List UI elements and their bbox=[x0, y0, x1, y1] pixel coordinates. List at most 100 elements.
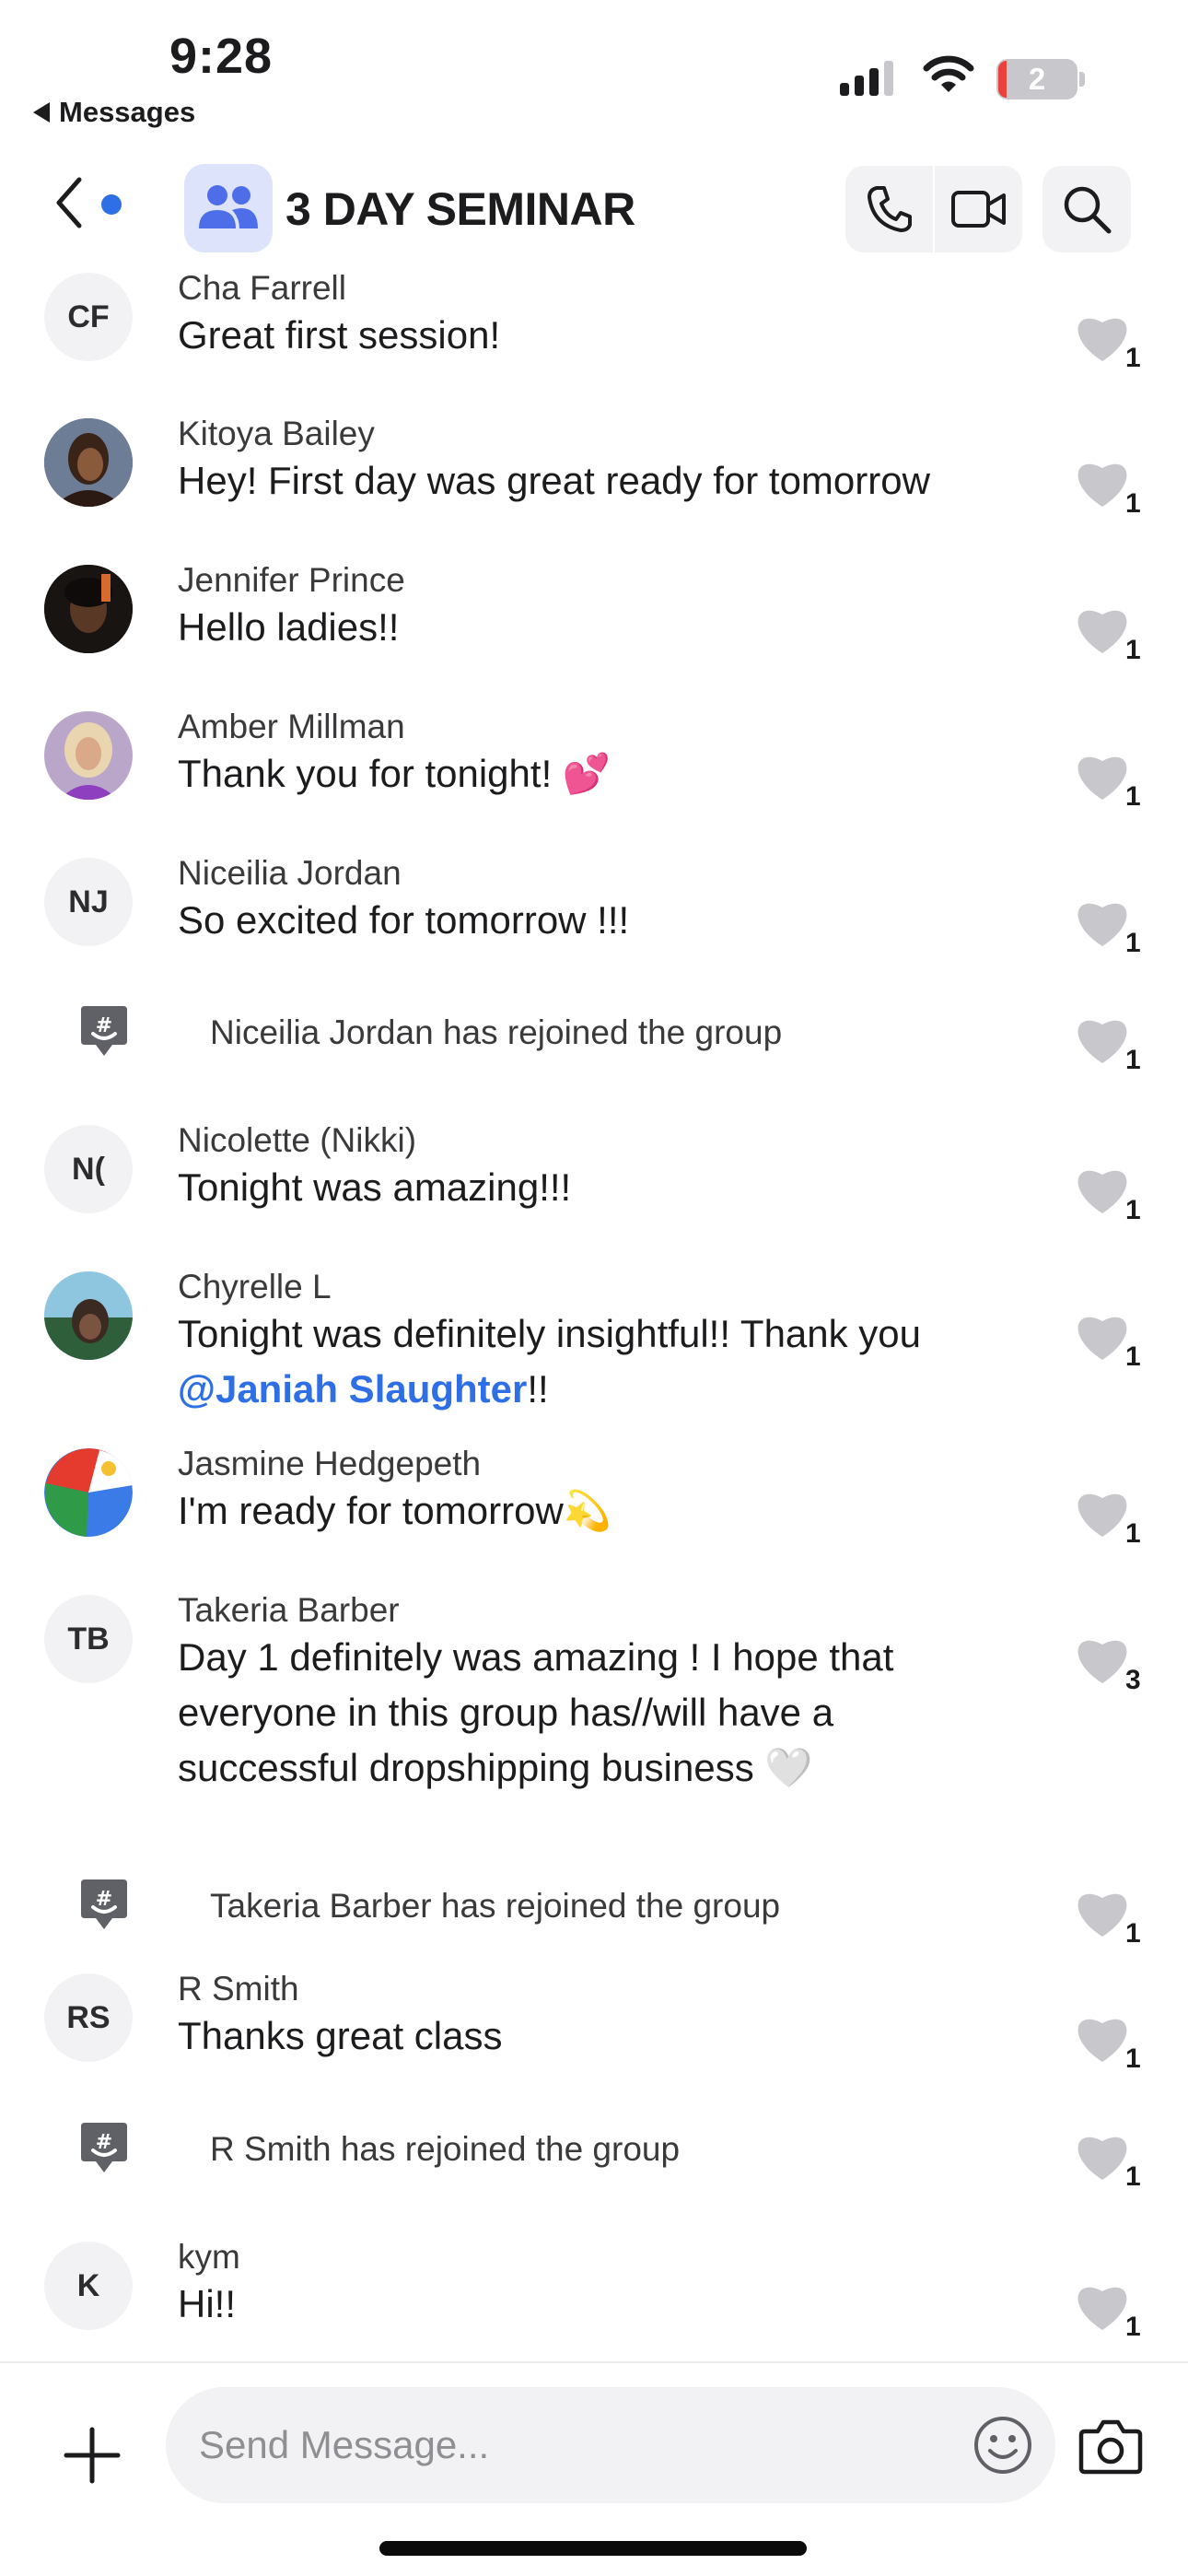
like-button[interactable]: 1 bbox=[1074, 311, 1147, 376]
like-button[interactable]: 1 bbox=[1074, 1487, 1147, 1551]
avatar[interactable]: NJ bbox=[44, 858, 133, 946]
two-hearts-emoji: 💕 bbox=[562, 751, 611, 796]
message-text: Tonight was amazing!!! bbox=[178, 1165, 572, 1209]
smiley-face-icon bbox=[974, 2417, 1031, 2474]
like-count: 1 bbox=[1125, 635, 1141, 665]
profile-photo bbox=[44, 418, 133, 507]
profile-photo bbox=[44, 1271, 133, 1360]
like-count: 1 bbox=[1125, 1341, 1141, 1372]
sender-name: Amber Millman bbox=[178, 708, 405, 745]
sender-name: Nicolette (Nikki) bbox=[178, 1121, 417, 1159]
sender-name: Jasmine Hedgepeth bbox=[178, 1445, 482, 1482]
cellular-signal-icon bbox=[840, 61, 893, 96]
heart-icon bbox=[1077, 1317, 1127, 1360]
groupme-logo-icon: # bbox=[81, 2123, 127, 2172]
avatar[interactable]: N( bbox=[44, 1125, 133, 1213]
like-count: 1 bbox=[1125, 928, 1141, 958]
like-button[interactable]: 1 bbox=[1074, 896, 1147, 961]
search-button[interactable] bbox=[1042, 166, 1131, 252]
unread-indicator bbox=[101, 194, 122, 215]
message-input[interactable] bbox=[199, 2387, 936, 2503]
avatar[interactable] bbox=[44, 711, 133, 800]
like-count: 1 bbox=[1125, 2043, 1141, 2074]
add-attachment-button[interactable] bbox=[59, 2422, 125, 2488]
message-text-content: I'm ready for tomorrow bbox=[178, 1489, 564, 1532]
like-count: 3 bbox=[1125, 1665, 1141, 1695]
phone-icon bbox=[868, 186, 913, 232]
message-composer bbox=[0, 2361, 1188, 2576]
avatar[interactable]: CF bbox=[44, 273, 133, 361]
emoji-button[interactable] bbox=[973, 2415, 1033, 2476]
like-button[interactable]: 1 bbox=[1074, 2012, 1147, 2077]
group-people-icon bbox=[199, 185, 258, 228]
like-count: 1 bbox=[1125, 1195, 1141, 1225]
like-button[interactable]: 1 bbox=[1074, 750, 1147, 814]
avatar[interactable]: TB bbox=[44, 1595, 133, 1683]
group-title[interactable]: 3 DAY SEMINAR bbox=[285, 182, 635, 236]
like-button[interactable]: 3 bbox=[1074, 1633, 1147, 1698]
sender-name: R Smith bbox=[178, 1970, 299, 2008]
message-text: I'm ready for tomorrow💫 bbox=[178, 1483, 1034, 1539]
voice-call-button[interactable] bbox=[845, 166, 933, 252]
mention-link[interactable]: @Janiah Slaughter bbox=[178, 1367, 527, 1411]
heart-icon bbox=[1077, 463, 1127, 507]
avatar[interactable]: K bbox=[44, 2242, 133, 2330]
camera-icon bbox=[1078, 2419, 1143, 2475]
back-button[interactable] bbox=[46, 175, 92, 230]
like-button[interactable]: 1 bbox=[1074, 1164, 1147, 1228]
search-icon bbox=[1064, 186, 1112, 234]
message-text: Day 1 definitely was amazing ! I hope th… bbox=[178, 1630, 1007, 1796]
groupme-logo-icon: # bbox=[81, 1879, 127, 1929]
heart-icon bbox=[1077, 2019, 1127, 2062]
like-count: 1 bbox=[1125, 343, 1141, 373]
status-bar: 9:28 Messages 2 bbox=[0, 0, 1188, 138]
like-button[interactable]: 1 bbox=[1074, 2280, 1147, 2345]
message-list[interactable]: CF Cha Farrell Great first session! 1 Ki… bbox=[0, 256, 1188, 2361]
svg-text:#: # bbox=[96, 1888, 112, 1911]
sender-name: Cha Farrell bbox=[178, 269, 346, 307]
like-count: 1 bbox=[1125, 2312, 1141, 2342]
battery-icon: 2 bbox=[996, 59, 1077, 100]
like-count: 1 bbox=[1125, 781, 1141, 812]
like-button[interactable]: 1 bbox=[1074, 1310, 1147, 1375]
like-button[interactable]: 1 bbox=[1074, 457, 1147, 521]
system-text: R Smith has rejoined the group bbox=[210, 2130, 681, 2168]
profile-photo bbox=[44, 1448, 133, 1537]
like-button[interactable]: 1 bbox=[1074, 1013, 1147, 1078]
heart-icon bbox=[1077, 2137, 1127, 2180]
avatar[interactable] bbox=[44, 418, 133, 507]
like-button[interactable]: 1 bbox=[1074, 1887, 1147, 1951]
avatar[interactable] bbox=[44, 1271, 133, 1360]
message-input-container bbox=[166, 2387, 1055, 2503]
like-button[interactable]: 1 bbox=[1074, 603, 1147, 668]
battery-level: 2 bbox=[1028, 62, 1046, 96]
message-text-suffix: !! bbox=[527, 1367, 549, 1411]
heart-icon bbox=[1077, 318, 1127, 361]
battery-cap bbox=[1079, 72, 1085, 87]
message-text: Hey! First day was great ready for tomor… bbox=[178, 459, 930, 502]
video-call-button[interactable] bbox=[935, 166, 1022, 252]
plus-icon bbox=[64, 2427, 121, 2484]
call-actions bbox=[845, 166, 1022, 252]
message-text: Tonight was definitely insightful!! Than… bbox=[178, 1306, 1034, 1417]
back-to-app-link[interactable]: Messages bbox=[33, 96, 195, 129]
sender-name: kym bbox=[178, 2238, 240, 2276]
message-text: So excited for tomorrow !!! bbox=[178, 898, 630, 942]
heart-icon bbox=[1077, 903, 1127, 946]
heart-icon bbox=[1077, 2287, 1127, 2330]
message-text: Hello ladies!! bbox=[178, 605, 400, 649]
message-text: Thank you for tonight! 💕 bbox=[178, 746, 1034, 802]
group-avatar[interactable] bbox=[184, 164, 273, 252]
heart-icon bbox=[1077, 1170, 1127, 1213]
avatar[interactable] bbox=[44, 565, 133, 653]
heart-icon bbox=[1077, 1493, 1127, 1537]
like-count: 1 bbox=[1125, 2161, 1141, 2192]
camera-button[interactable] bbox=[1077, 2417, 1144, 2477]
like-button[interactable]: 1 bbox=[1074, 2130, 1147, 2195]
home-indicator bbox=[379, 2541, 807, 2556]
like-count: 1 bbox=[1125, 1918, 1141, 1949]
avatar[interactable]: RS bbox=[44, 1973, 133, 2062]
back-triangle-icon bbox=[33, 102, 50, 123]
heart-icon bbox=[1077, 1020, 1127, 1063]
avatar[interactable] bbox=[44, 1448, 133, 1537]
